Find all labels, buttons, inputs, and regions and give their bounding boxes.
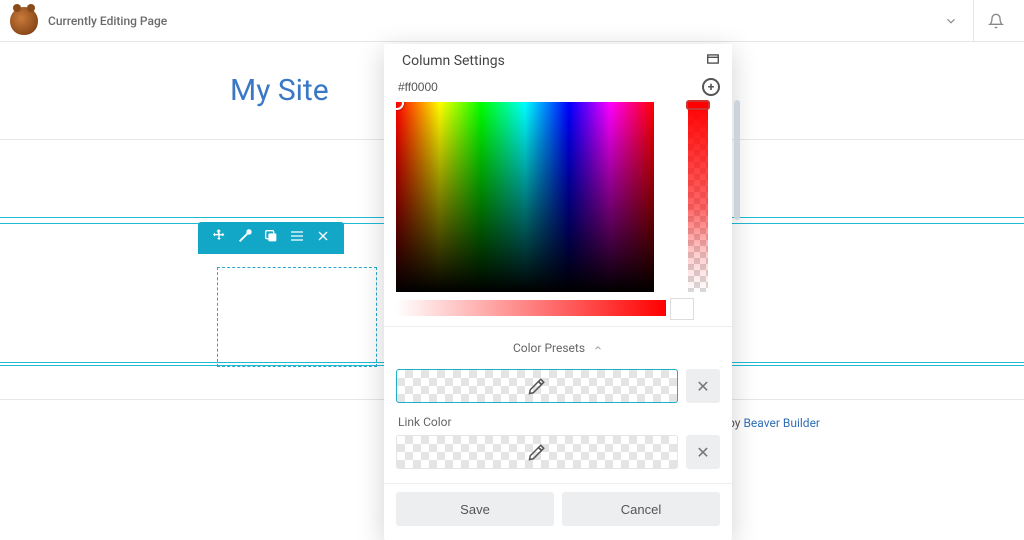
- panel-title: Column Settings: [402, 53, 505, 69]
- clear-color-button[interactable]: ✕: [686, 369, 720, 403]
- chevron-up-icon: [593, 343, 603, 353]
- clear-link-color-button[interactable]: ✕: [686, 435, 720, 469]
- color-hex-row: +: [384, 74, 732, 102]
- editing-mode-label: Currently Editing Page: [48, 14, 167, 28]
- beaver-logo[interactable]: [10, 7, 38, 35]
- panel-scrollbar[interactable]: [734, 100, 740, 220]
- bell-icon[interactable]: [978, 3, 1014, 39]
- color-hex-input[interactable]: [398, 80, 696, 94]
- expand-window-icon[interactable]: [706, 52, 720, 70]
- color-swatch-row: ✕: [384, 365, 732, 411]
- panel-header: Column Settings: [384, 44, 732, 74]
- add-preset-icon[interactable]: +: [702, 78, 720, 96]
- color-presets-toggle[interactable]: Color Presets: [384, 326, 732, 365]
- color-picker: [384, 102, 732, 292]
- close-icon[interactable]: [310, 228, 336, 248]
- save-button[interactable]: Save: [396, 492, 554, 526]
- link-color-swatch[interactable]: [396, 435, 678, 469]
- site-title[interactable]: My Site: [230, 73, 329, 108]
- cancel-button[interactable]: Cancel: [562, 492, 720, 526]
- column-toolbar: [198, 222, 344, 254]
- column-settings-panel: Column Settings + Color Presets ✕ Link C…: [384, 44, 732, 540]
- top-bar: Currently Editing Page: [0, 0, 1024, 42]
- topbar-divider: [973, 0, 974, 42]
- color-presets-label: Color Presets: [513, 341, 585, 355]
- panel-footer-buttons: Save Cancel: [384, 483, 732, 540]
- menu-icon[interactable]: [284, 228, 310, 248]
- link-color-label: Link Color: [384, 411, 732, 431]
- eyedropper-icon: [528, 377, 546, 395]
- hue-slider[interactable]: [688, 102, 708, 292]
- saturation-value-box[interactable]: [396, 102, 654, 292]
- link-color-swatch-row: ✕: [384, 431, 732, 477]
- column-selection-box[interactable]: [217, 267, 377, 367]
- hue-thumb[interactable]: [686, 100, 710, 110]
- copy-icon[interactable]: [258, 228, 284, 248]
- chevron-down-icon[interactable]: [933, 3, 969, 39]
- move-icon[interactable]: [206, 228, 232, 248]
- eyedropper-icon: [528, 443, 546, 461]
- sv-cursor[interactable]: [396, 102, 404, 110]
- alpha-slider[interactable]: [396, 300, 666, 316]
- color-swatch-active[interactable]: [396, 369, 678, 403]
- footer-link[interactable]: Beaver Builder: [743, 416, 820, 430]
- footer-credit: by Beaver Builder: [728, 416, 820, 430]
- wrench-icon[interactable]: [232, 228, 258, 248]
